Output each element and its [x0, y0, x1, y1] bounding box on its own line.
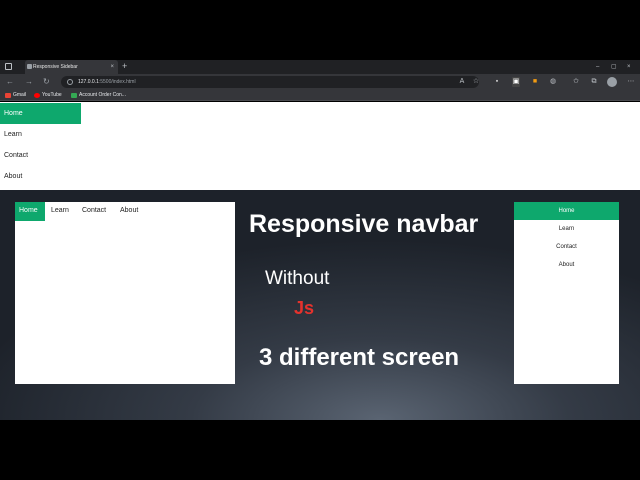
close-window-button[interactable]: ×	[627, 60, 631, 74]
youtube-icon	[34, 93, 40, 98]
tab-close-icon[interactable]: ×	[110, 60, 114, 74]
bookmark-gmail[interactable]: Gmail	[5, 90, 26, 101]
collections-icon[interactable]: ⧉	[590, 77, 598, 87]
nav-item-learn[interactable]: Learn	[0, 124, 81, 145]
bookmark-account-order[interactable]: Account Order Con...	[71, 90, 126, 101]
extension-icon[interactable]: ▪	[493, 77, 501, 87]
tablet-nav-contact[interactable]: Contact	[82, 202, 106, 221]
mobile-nav-home[interactable]: Home	[514, 202, 619, 220]
bookmark-label: YouTube	[42, 92, 62, 98]
overlay-js: Js	[294, 298, 315, 318]
browser-toolbar: ← → ↻ 127.0.0.1:5500/index.html A ☆ ▪ ▣ …	[0, 74, 640, 90]
gmail-icon	[5, 93, 11, 98]
mobile-preview: Home Learn Contact About	[514, 202, 619, 384]
tab-title: Responsive Sidebar	[33, 64, 78, 70]
reload-icon[interactable]: ↻	[43, 74, 50, 90]
tablet-nav-home[interactable]: Home	[15, 202, 45, 221]
overlay-heading: Responsive navbar	[249, 210, 479, 238]
read-aloud-icon[interactable]: A	[458, 77, 466, 87]
minimize-button[interactable]: –	[596, 60, 599, 74]
profile-avatar[interactable]	[607, 77, 617, 87]
extension-icon[interactable]: ▣	[512, 77, 520, 87]
bookmark-label: Account Order Con...	[79, 92, 126, 98]
bookmark-youtube[interactable]: YouTube	[34, 90, 62, 101]
extension-icon[interactable]: ■	[531, 77, 539, 87]
browser-tab[interactable]: Responsive Sidebar ×	[25, 60, 118, 74]
nav-item-home[interactable]: Home	[0, 103, 81, 124]
forward-arrow-icon[interactable]: →	[25, 74, 33, 90]
back-arrow-icon[interactable]: ←	[6, 74, 14, 90]
tablet-nav-about[interactable]: About	[120, 202, 138, 221]
bookmark-label: Gmail	[13, 92, 27, 98]
page-favicon-icon	[27, 64, 32, 69]
browser-tab-bar: Responsive Sidebar × + – ▢ ×	[0, 60, 640, 74]
bookmarks-bar: Gmail YouTube Account Order Con...	[0, 90, 640, 101]
sheet-icon	[71, 93, 77, 98]
favorites-icon[interactable]: ✩	[572, 77, 580, 87]
more-menu-icon[interactable]: ⋯	[627, 77, 635, 87]
nav-item-about[interactable]: About	[0, 166, 81, 187]
new-tab-button[interactable]: +	[122, 60, 127, 73]
screen: Responsive Sidebar × + – ▢ × ← → ↻ 127.0…	[0, 0, 640, 480]
mobile-nav-learn[interactable]: Learn	[514, 220, 619, 238]
mobile-nav-contact[interactable]: Contact	[514, 238, 619, 256]
url-path: :5500/index.html	[98, 79, 136, 85]
address-bar[interactable]: 127.0.0.1:5500/index.html	[61, 76, 479, 88]
tablet-nav-learn[interactable]: Learn	[51, 202, 69, 221]
maximize-button[interactable]: ▢	[611, 60, 617, 74]
extension-icon[interactable]: ◍	[549, 77, 557, 87]
thumbnail-overlay: Home Learn Contact About Responsive navb…	[0, 190, 640, 420]
tablet-preview: Home Learn Contact About	[15, 202, 235, 384]
site-info-icon[interactable]	[67, 79, 73, 85]
overlay-without: Without	[265, 268, 330, 289]
favorite-star-icon[interactable]: ☆	[472, 77, 480, 87]
url-host: 127.0.0.1	[78, 79, 99, 85]
nav-item-contact[interactable]: Contact	[0, 145, 81, 166]
page-content: Home Learn Contact About	[0, 102, 640, 190]
mobile-nav-about[interactable]: About	[514, 256, 619, 274]
tab-actions-icon[interactable]	[5, 63, 12, 70]
overlay-screens: 3 different screen	[259, 344, 460, 371]
